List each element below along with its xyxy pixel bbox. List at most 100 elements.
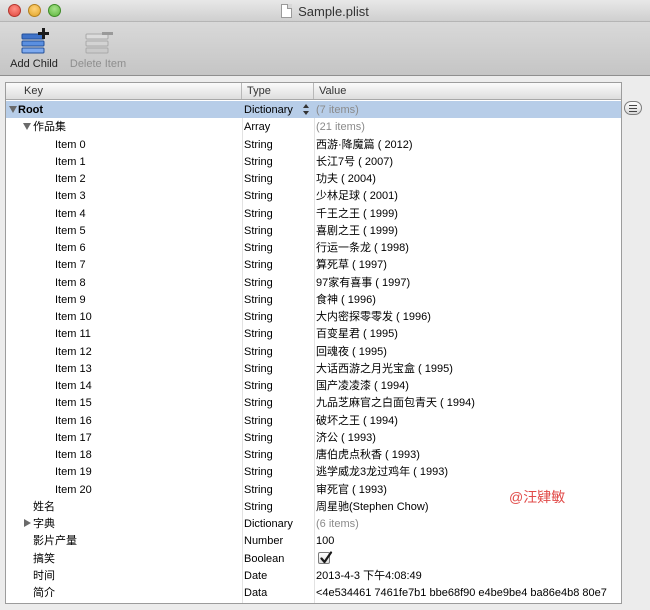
row-key[interactable]: Item 17 — [6, 429, 242, 446]
row-value[interactable]: 100 — [315, 532, 621, 549]
add-child-button[interactable]: Add Child — [2, 26, 66, 72]
title-bar[interactable]: Sample.plist — [0, 0, 650, 22]
row-value[interactable]: 行运一条龙 ( 1998) — [315, 239, 621, 256]
row-value[interactable]: 回魂夜 ( 1995) — [315, 343, 621, 360]
row-key[interactable]: Item 1 — [6, 153, 242, 170]
row-key[interactable]: Item 6 — [6, 239, 242, 256]
table-row[interactable]: Item 7 String 算死草 ( 1997) — [6, 256, 621, 273]
row-value[interactable]: (7 items) — [315, 101, 621, 118]
row-menu-button[interactable] — [624, 101, 642, 115]
row-value[interactable]: 97家有喜事 ( 1997) — [315, 274, 621, 291]
row-key[interactable]: 姓名 — [6, 498, 242, 515]
table-row[interactable]: Item 0 String 西游·降魔篇 ( 2012) — [6, 136, 621, 153]
row-key[interactable]: Item 10 — [6, 308, 242, 325]
table-row[interactable]: Root Dictionary (7 items) — [6, 101, 621, 119]
row-type[interactable]: String — [243, 429, 313, 446]
table-row[interactable]: 简介 Data <4e534461 7461fe7b1 bbe68f90 e4be9… — [6, 584, 621, 601]
row-value[interactable]: (21 items) — [315, 118, 621, 135]
row-key[interactable]: 时间 — [6, 567, 242, 584]
row-key[interactable]: 作品集 — [6, 118, 242, 135]
row-key[interactable]: Item 19 — [6, 463, 242, 480]
row-key[interactable]: Item 7 — [6, 256, 242, 273]
table-row[interactable]: Item 18 String 唐伯虎点秋香 ( 1993) — [6, 446, 621, 463]
row-value[interactable]: 西游·降魔篇 ( 2012) — [315, 136, 621, 153]
type-popup-stepper-icon[interactable] — [303, 104, 310, 116]
table-row[interactable]: 作品集 Array (21 items) — [6, 118, 621, 135]
row-key[interactable]: Item 12 — [6, 343, 242, 360]
row-key[interactable]: Root — [6, 101, 242, 118]
row-key[interactable]: Item 18 — [6, 446, 242, 463]
row-value[interactable]: 周星驰(Stephen Chow) — [315, 498, 621, 515]
row-value[interactable]: 少林足球 ( 2001) — [315, 187, 621, 204]
row-type[interactable]: String — [243, 291, 313, 308]
column-header-type[interactable]: Type — [242, 83, 314, 99]
row-value[interactable]: 济公 ( 1993) — [315, 429, 621, 446]
table-row[interactable]: 时间 Date 2013-4-3 下午4:08:49 — [6, 567, 621, 584]
row-value[interactable]: 2013-4-3 下午4:08:49 — [315, 567, 621, 584]
row-value[interactable]: 百变星君 ( 1995) — [315, 325, 621, 342]
row-key[interactable]: Item 2 — [6, 170, 242, 187]
row-key[interactable]: Item 4 — [6, 205, 242, 222]
plist-outline-view[interactable]: Key Type Value Root Dictionary (7 items) 作品… — [5, 82, 622, 604]
row-type[interactable]: String — [243, 239, 313, 256]
row-value[interactable]: 国产凌凌漆 ( 1994) — [315, 377, 621, 394]
row-key[interactable]: Item 15 — [6, 394, 242, 411]
row-value[interactable]: 喜剧之王 ( 1999) — [315, 222, 621, 239]
row-key[interactable]: Item 8 — [6, 274, 242, 291]
row-type[interactable]: Dictionary — [243, 101, 313, 118]
row-value[interactable]: 大内密探零零发 ( 1996) — [315, 308, 621, 325]
boolean-checkbox[interactable] — [318, 550, 333, 564]
delete-item-button[interactable]: Delete Item — [66, 26, 130, 72]
table-row[interactable]: 搞笑 Boolean — [6, 550, 621, 567]
row-type[interactable]: String — [243, 446, 313, 463]
row-value[interactable]: 破坏之王 ( 1994) — [315, 412, 621, 429]
disclosure-open-icon[interactable] — [23, 123, 31, 131]
row-type[interactable]: Dictionary — [243, 515, 313, 532]
table-row[interactable]: 字典 Dictionary (6 items) — [6, 515, 621, 532]
row-type[interactable]: String — [243, 463, 313, 480]
row-value[interactable]: 审死官 ( 1993) — [315, 481, 621, 498]
row-type[interactable]: String — [243, 136, 313, 153]
row-key[interactable]: Item 20 — [6, 481, 242, 498]
row-key[interactable]: Item 16 — [6, 412, 242, 429]
table-row[interactable]: Item 19 String 逃学威龙3龙过鸡年 ( 1993) — [6, 463, 621, 480]
row-type[interactable]: String — [243, 360, 313, 377]
row-type[interactable]: Date — [243, 567, 313, 584]
row-type[interactable]: String — [243, 325, 313, 342]
row-value[interactable]: 算死草 ( 1997) — [315, 256, 621, 273]
table-row[interactable]: Item 15 String 九品芝麻官之白面包青天 ( 1994) — [6, 394, 621, 411]
row-type[interactable]: String — [243, 377, 313, 394]
table-row[interactable]: Item 8 String 97家有喜事 ( 1997) — [6, 274, 621, 291]
row-key[interactable]: Item 13 — [6, 360, 242, 377]
row-type[interactable]: String — [243, 343, 313, 360]
row-value[interactable]: 逃学威龙3龙过鸡年 ( 1993) — [315, 463, 621, 480]
row-type[interactable]: String — [243, 153, 313, 170]
row-type[interactable]: String — [243, 308, 313, 325]
row-type[interactable]: String — [243, 481, 313, 498]
column-header-value[interactable]: Value — [314, 83, 621, 99]
row-type[interactable]: String — [243, 205, 313, 222]
row-key[interactable]: 字典 — [6, 515, 242, 532]
column-header-key[interactable]: Key — [6, 83, 242, 99]
row-key[interactable]: 简介 — [6, 584, 242, 601]
row-key[interactable]: Item 3 — [6, 187, 242, 204]
row-value[interactable]: <4e534461 7461fe7b1 bbe68f90 e4be9be4 ba… — [315, 584, 621, 601]
table-row[interactable]: Item 12 String 回魂夜 ( 1995) — [6, 343, 621, 360]
row-type[interactable]: Data — [243, 584, 313, 601]
table-row[interactable]: Item 13 String 大话西游之月光宝盒 ( 1995) — [6, 360, 621, 377]
table-row[interactable]: Item 9 String 食神 ( 1996) — [6, 291, 621, 308]
row-type[interactable]: String — [243, 498, 313, 515]
disclosure-closed-icon[interactable] — [24, 519, 31, 527]
table-row[interactable]: Item 5 String 喜剧之王 ( 1999) — [6, 222, 621, 239]
disclosure-open-icon[interactable] — [9, 106, 17, 113]
row-value[interactable]: (6 items) — [315, 515, 621, 532]
table-row[interactable]: Item 16 String 破坏之王 ( 1994) — [6, 412, 621, 429]
table-row[interactable]: Item 17 String 济公 ( 1993) — [6, 429, 621, 446]
row-type[interactable]: String — [243, 187, 313, 204]
row-type[interactable]: String — [243, 412, 313, 429]
row-type[interactable]: String — [243, 170, 313, 187]
table-row[interactable]: Item 1 String 长江7号 ( 2007) — [6, 153, 621, 170]
row-type[interactable]: String — [243, 274, 313, 291]
row-value[interactable]: 千王之王 ( 1999) — [315, 205, 621, 222]
row-key[interactable]: 搞笑 — [6, 550, 242, 567]
